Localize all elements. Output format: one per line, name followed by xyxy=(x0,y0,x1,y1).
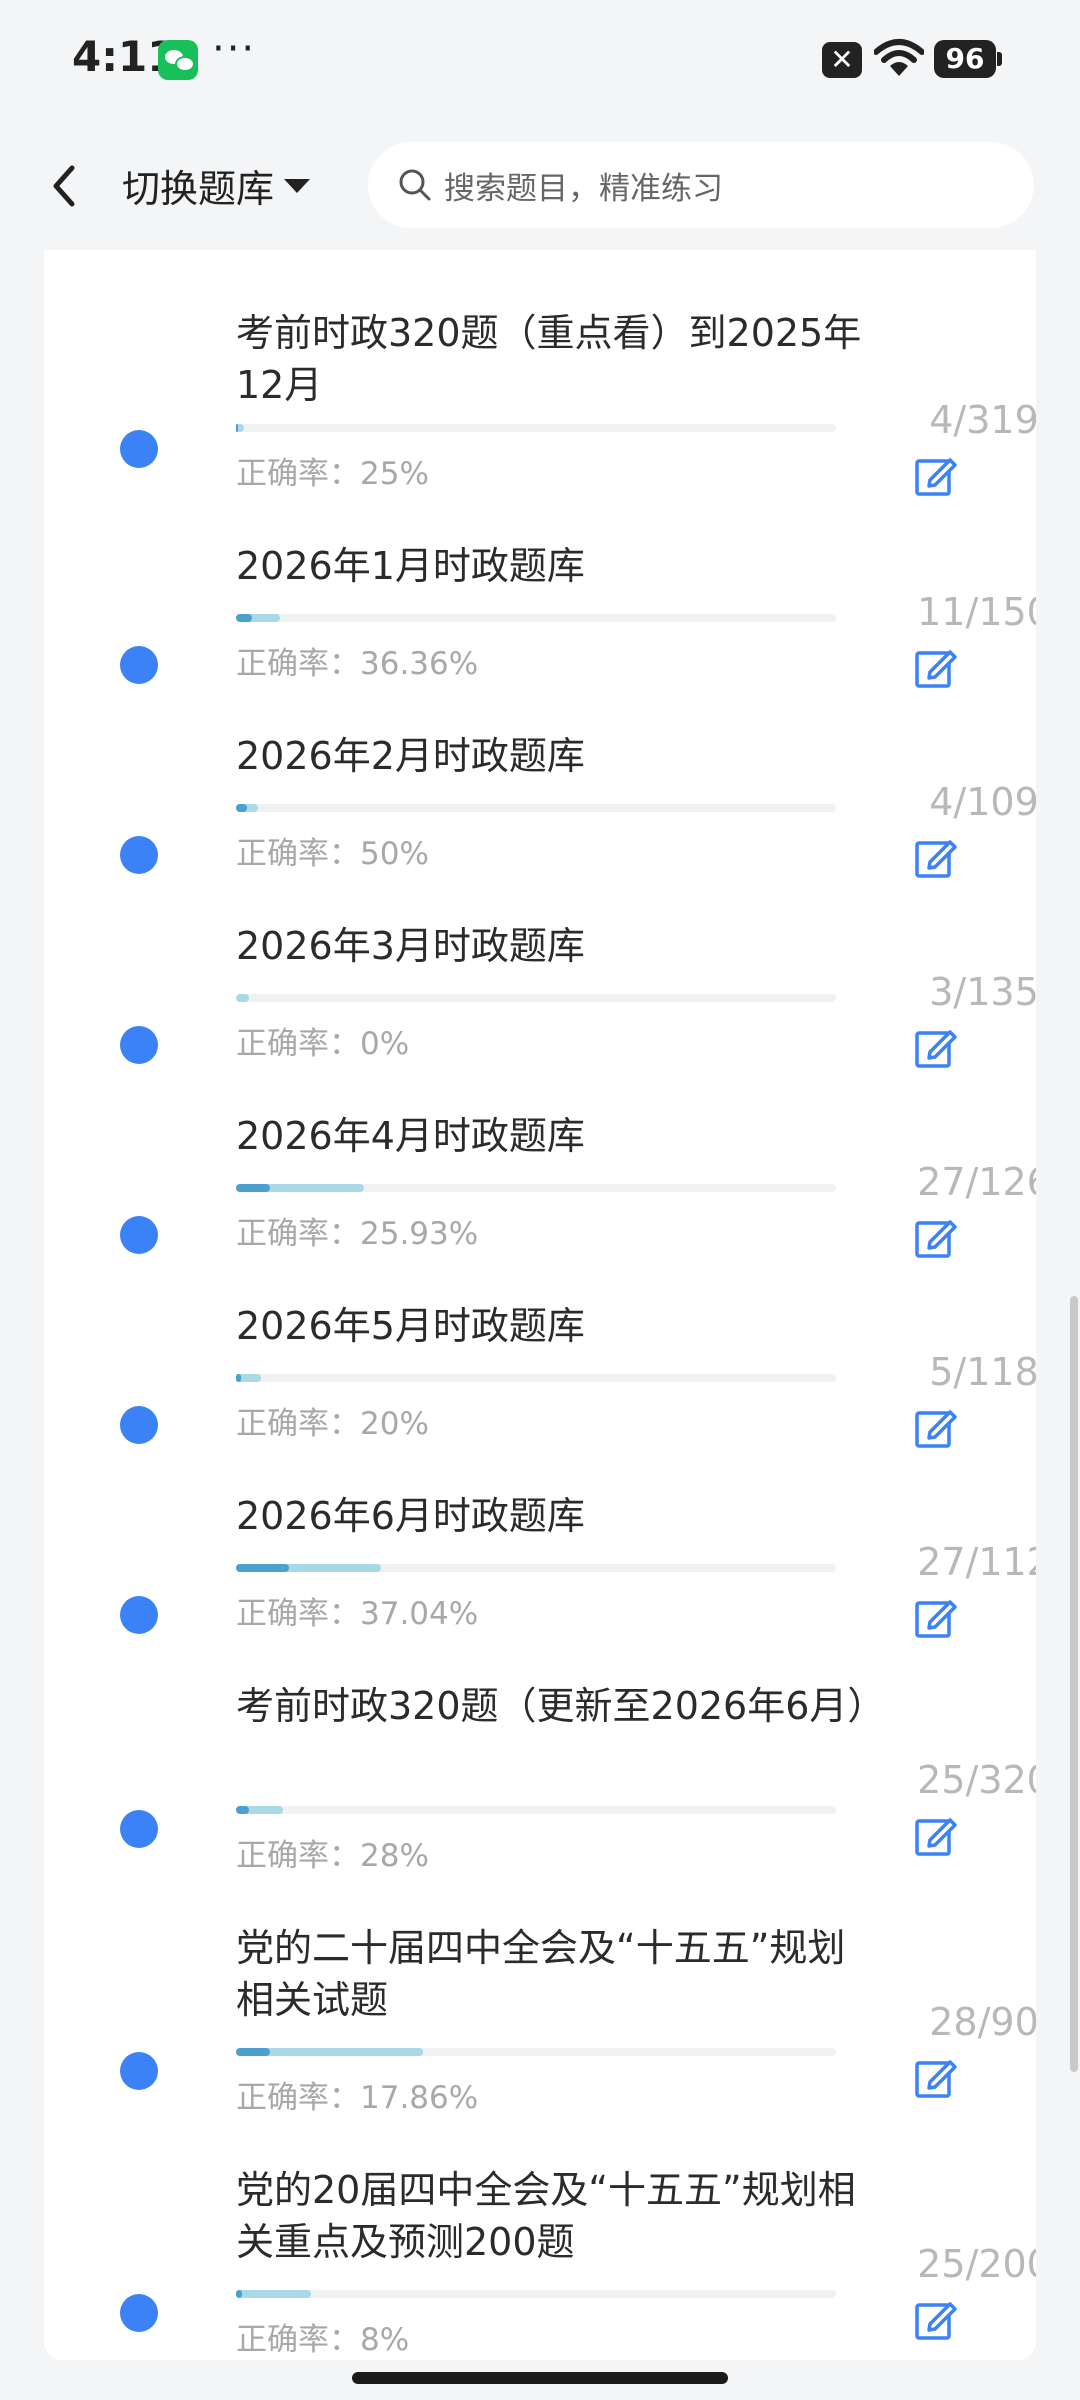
accuracy-text: 正确率：50% xyxy=(236,836,429,872)
close-notification-icon: ✕ xyxy=(822,42,862,78)
edit-icon[interactable] xyxy=(914,836,958,880)
more-notifications-icon: ··· xyxy=(212,26,257,72)
edit-icon[interactable] xyxy=(914,1406,958,1450)
bank-title: 2026年6月时政题库 xyxy=(236,1494,585,1538)
accuracy-text: 正确率：25.93% xyxy=(236,1216,479,1252)
progress-count: 3/135 xyxy=(929,970,1036,1014)
battery-icon: 96 xyxy=(934,40,1002,78)
switch-question-bank-label: 切换题库 xyxy=(122,167,275,211)
bank-title: 党的二十届四中全会及“十五五”规划相关试题 xyxy=(236,1926,846,2022)
edit-icon[interactable] xyxy=(914,1814,958,1858)
accuracy-text: 正确率：8% xyxy=(236,2322,410,2358)
bullet-dot xyxy=(120,1596,158,1634)
scrollbar[interactable] xyxy=(1070,1296,1078,2072)
search-placeholder: 搜索题目，精准练习 xyxy=(444,170,723,207)
edit-icon[interactable] xyxy=(914,2298,958,2342)
accuracy-text: 正确率：28% xyxy=(236,1838,429,1874)
bank-title: 2026年1月时政题库 xyxy=(236,544,585,588)
question-bank-list: 考前时政320题（重点看）到2025年12月 正确率：25% 4/319 202… xyxy=(44,250,1036,2360)
progress-count: 27/126 xyxy=(917,1160,1036,1204)
edit-icon[interactable] xyxy=(914,1216,958,1260)
bank-title: 考前时政320题（重点看）到2025年12月 xyxy=(236,311,862,407)
accuracy-text: 正确率：17.86% xyxy=(236,2080,479,2116)
bullet-dot xyxy=(120,1810,158,1848)
bullet-dot xyxy=(120,2294,158,2332)
progress-bar xyxy=(236,2048,836,2056)
edit-icon[interactable] xyxy=(914,1026,958,1070)
accuracy-text: 正确率：20% xyxy=(236,1406,429,1442)
progress-bar xyxy=(236,804,836,812)
progress-bar xyxy=(236,994,836,1002)
bank-title: 2026年5月时政题库 xyxy=(236,1304,585,1348)
edit-icon[interactable] xyxy=(914,2056,958,2100)
bullet-dot xyxy=(120,646,158,684)
accuracy-text: 正确率：37.04% xyxy=(236,1596,479,1632)
wechat-icon xyxy=(158,40,198,80)
search-input[interactable]: 搜索题目，精准练习 xyxy=(368,142,1034,228)
progress-count: 25/200 xyxy=(917,2242,1036,2286)
edit-icon[interactable] xyxy=(914,646,958,690)
bullet-dot xyxy=(120,430,158,468)
progress-bar xyxy=(236,1806,836,1814)
bank-title: 2026年4月时政题库 xyxy=(236,1114,585,1158)
accuracy-text: 正确率：0% xyxy=(236,1026,410,1062)
progress-count: 11/150 xyxy=(917,590,1036,634)
bullet-dot xyxy=(120,1406,158,1444)
caret-down-icon xyxy=(284,178,311,193)
progress-bar xyxy=(236,1184,836,1192)
bank-title: 2026年3月时政题库 xyxy=(236,924,585,968)
chevron-left-icon[interactable] xyxy=(40,156,90,216)
progress-count: 27/112 xyxy=(917,1540,1036,1584)
bank-title: 考前时政320题（更新至2026年6月） xyxy=(236,1684,886,1728)
progress-count: 4/109 xyxy=(929,780,1036,824)
bullet-dot xyxy=(120,1216,158,1254)
progress-count: 25/320 xyxy=(917,1758,1036,1802)
switch-question-bank-button[interactable]: 切换题库 xyxy=(122,158,311,213)
edit-icon[interactable] xyxy=(914,1596,958,1640)
progress-count: 28/90 xyxy=(929,2000,1036,2044)
top-bar: 切换题库 搜索题目，精准练习 xyxy=(0,120,1080,250)
status-bar: 4:11 ··· ✕ 96 xyxy=(0,0,1080,120)
bullet-dot xyxy=(120,2052,158,2090)
progress-bar xyxy=(236,1374,836,1382)
progress-bar xyxy=(236,2290,836,2298)
bullet-dot xyxy=(120,1026,158,1064)
progress-bar xyxy=(236,1564,836,1572)
wifi-icon xyxy=(874,39,924,76)
bank-title: 2026年2月时政题库 xyxy=(236,734,585,778)
progress-count: 5/118 xyxy=(929,1350,1036,1394)
home-indicator[interactable] xyxy=(352,2372,728,2384)
accuracy-text: 正确率：36.36% xyxy=(236,646,479,682)
bullet-dot xyxy=(120,836,158,874)
search-icon xyxy=(399,169,431,201)
progress-bar xyxy=(236,424,836,432)
accuracy-text: 正确率：25% xyxy=(236,456,429,492)
edit-icon[interactable] xyxy=(914,454,958,498)
progress-count: 4/319 xyxy=(929,398,1036,442)
progress-bar xyxy=(236,614,836,622)
bank-title: 党的20届四中全会及“十五五”规划相关重点及预测200题 xyxy=(236,2168,856,2264)
